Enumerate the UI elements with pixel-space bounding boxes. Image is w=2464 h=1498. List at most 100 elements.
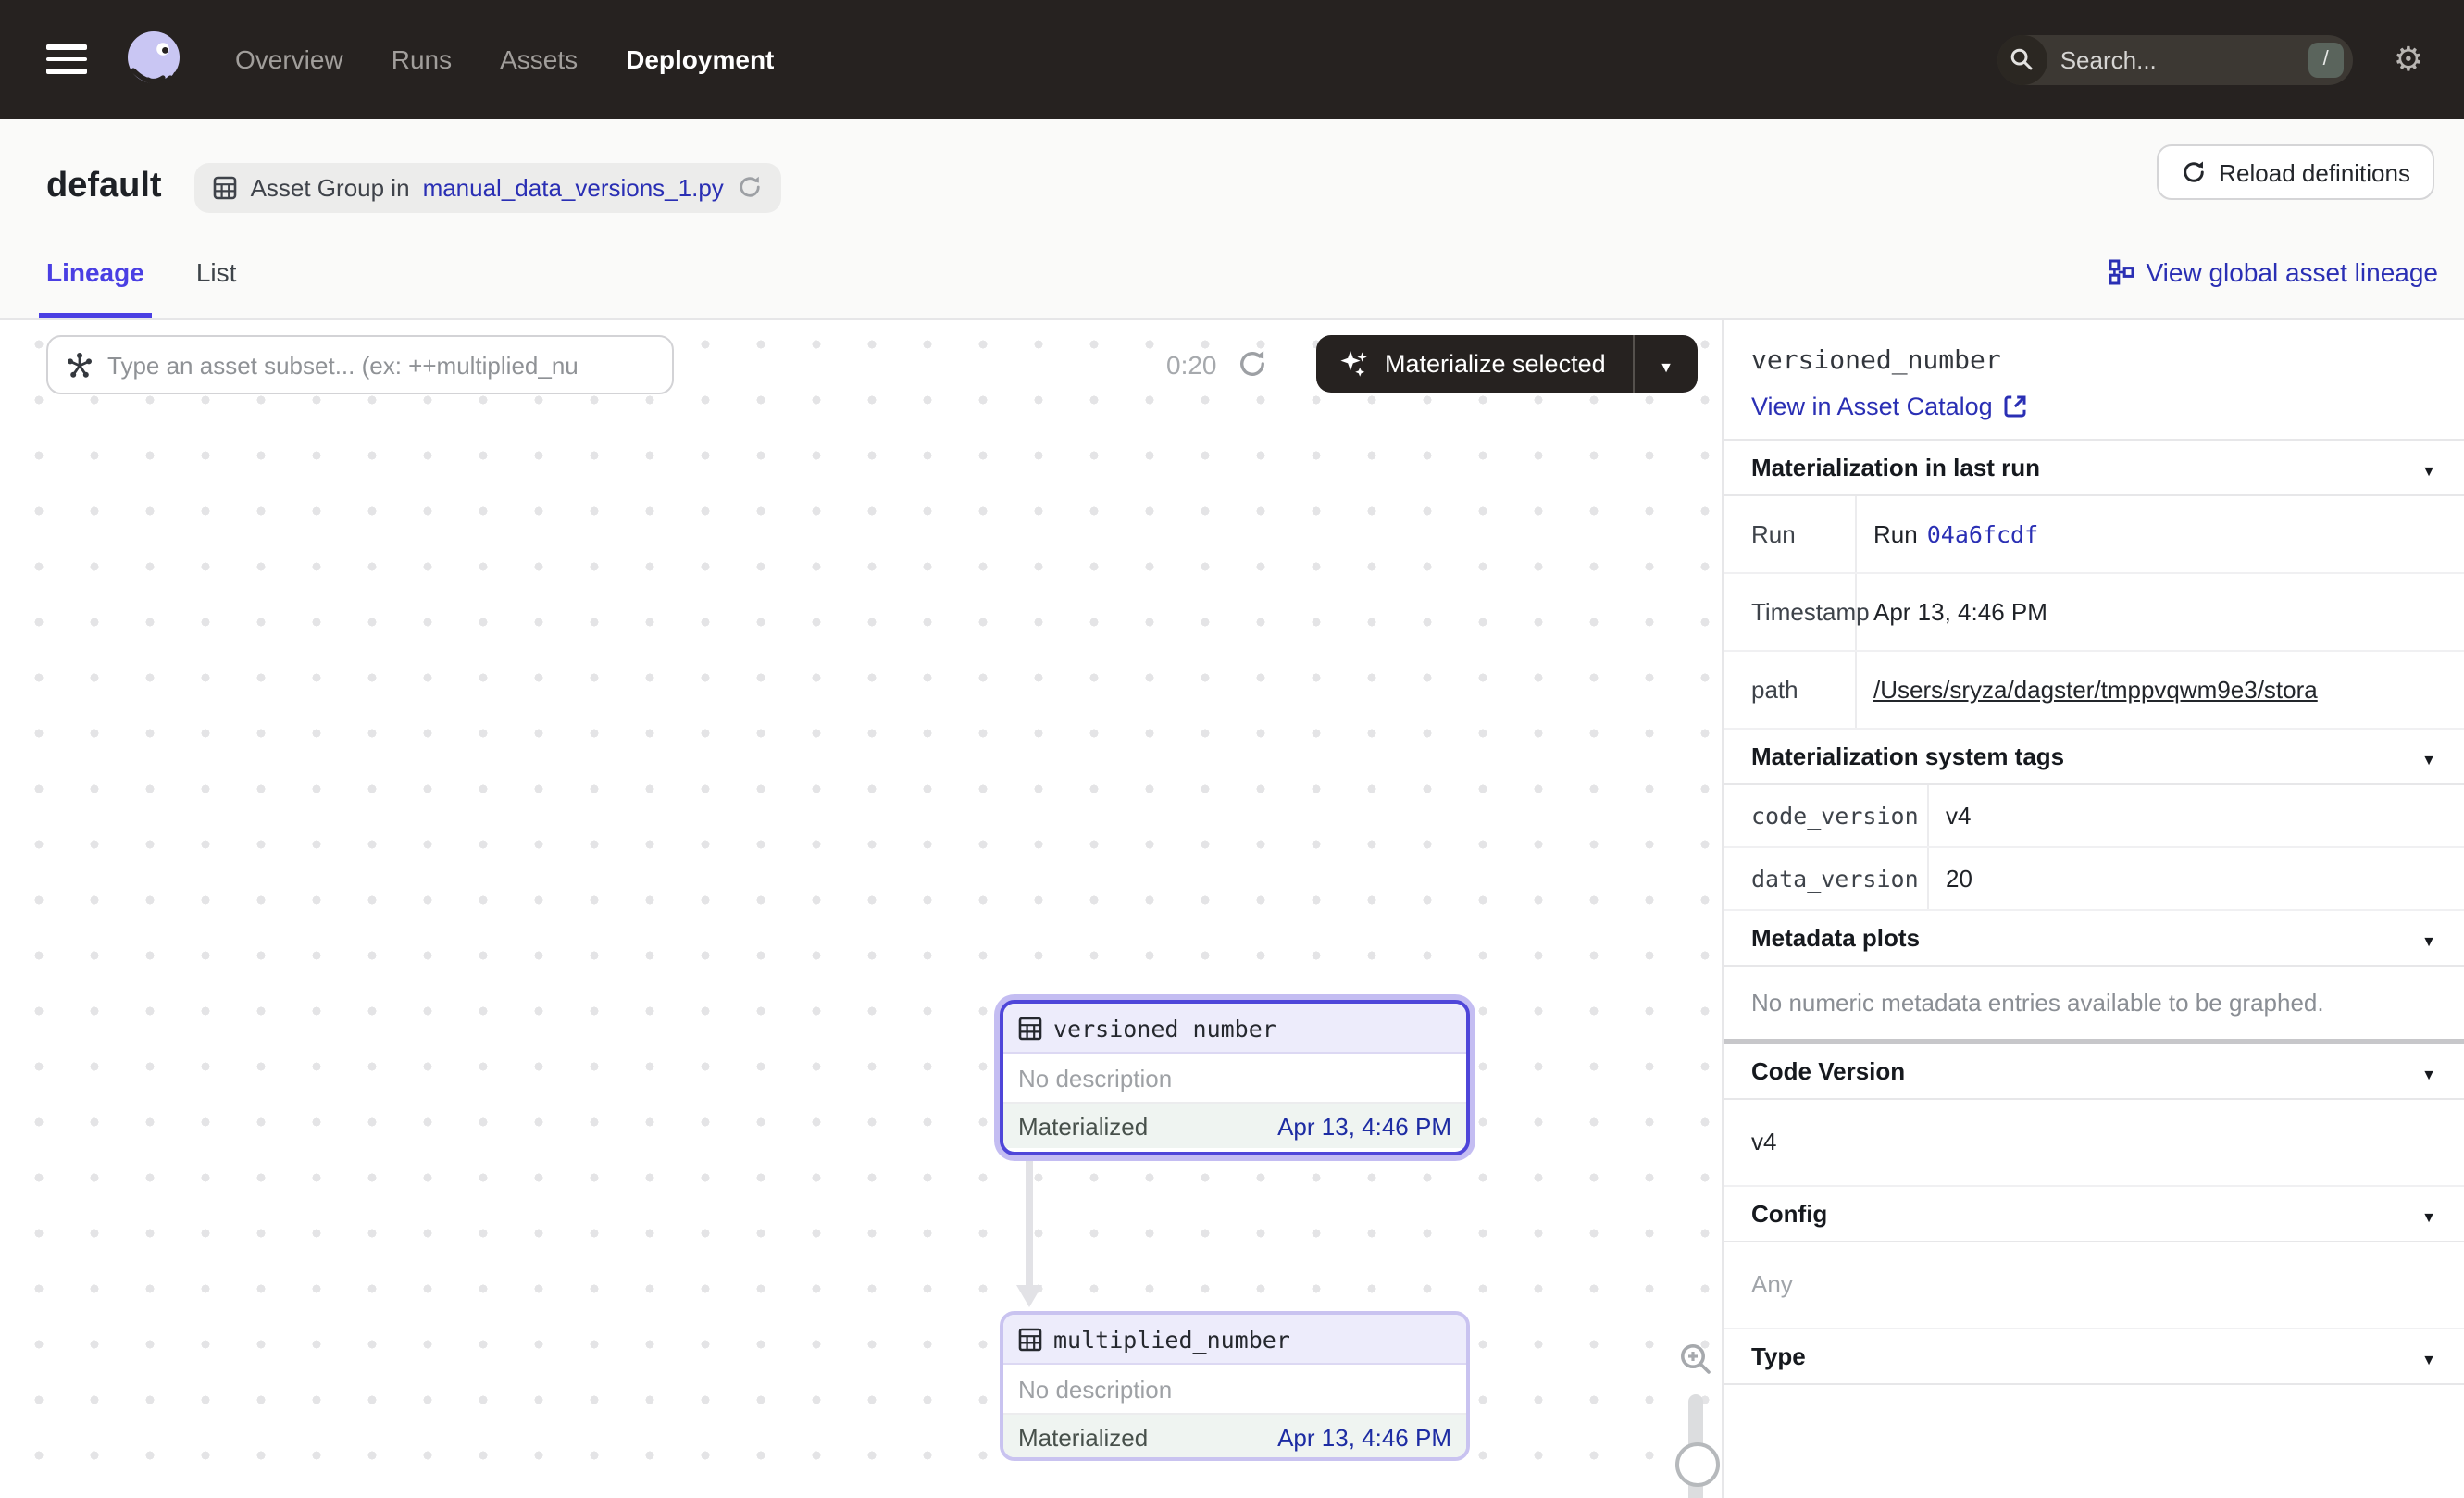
table-row: code_version v4 xyxy=(1724,785,2464,848)
asset-node-status: Materialized xyxy=(1018,1112,1148,1140)
panel-top: versioned_number View in Asset Catalog xyxy=(1724,320,2464,439)
search-icon xyxy=(1997,34,2047,84)
lineage-canvas[interactable]: Type an asset subset... (ex: ++multiplie… xyxy=(0,320,1724,1498)
section-heading: Materialization in last run xyxy=(1751,454,2040,481)
asset-node-name: versioned_number xyxy=(1053,1014,1276,1042)
section-heading: Type xyxy=(1751,1342,1806,1370)
nav-item-assets[interactable]: Assets xyxy=(500,44,578,74)
materialize-main[interactable]: Materialize selected xyxy=(1316,348,1633,380)
reload-icon xyxy=(2180,159,2206,185)
row-value: Apr 13, 4:46 PM xyxy=(1857,574,2464,650)
asset-node-name: multiplied_number xyxy=(1053,1325,1290,1353)
asset-group-file-link[interactable]: manual_data_versions_1.py xyxy=(423,173,724,201)
table-row: Timestamp Apr 13, 4:46 PM xyxy=(1724,574,2464,652)
tab-lineage[interactable]: Lineage xyxy=(46,226,144,318)
table-row: Run Run 04a6fcdf xyxy=(1724,496,2464,574)
zoom-controls xyxy=(1666,1335,1724,1498)
reload-definitions-button[interactable]: Reload definitions xyxy=(2156,144,2434,200)
section-heading: Config xyxy=(1751,1200,1827,1228)
lineage-edge xyxy=(1026,1157,1033,1287)
search-shortcut-badge: / xyxy=(2308,42,2344,77)
config-value: Any xyxy=(1724,1242,2464,1329)
row-value: Run 04a6fcdf xyxy=(1857,496,2464,572)
caret-down-icon xyxy=(2421,924,2436,952)
asset-node-status: Materialized xyxy=(1018,1423,1148,1451)
sparkle-icon xyxy=(1338,348,1370,380)
run-word: Run xyxy=(1873,520,1918,548)
caret-down-icon xyxy=(2421,1342,2436,1370)
section-header-metadata-plots[interactable]: Metadata plots xyxy=(1724,911,2464,967)
asset-group-pill: Asset Group in manual_data_versions_1.py xyxy=(195,162,781,212)
materialize-dropdown-button[interactable] xyxy=(1633,335,1698,393)
section-heading: Metadata plots xyxy=(1751,924,1920,952)
row-label: Timestamp xyxy=(1724,574,1857,650)
hamburger-menu-icon[interactable] xyxy=(46,44,87,74)
row-label: code_version xyxy=(1724,785,1929,846)
asset-node-versioned-number[interactable]: versioned_number No description Material… xyxy=(1000,1000,1470,1155)
section-header-type[interactable]: Type xyxy=(1724,1329,2464,1385)
view-in-asset-catalog-label: View in Asset Catalog xyxy=(1751,393,1993,420)
section-heading: Code Version xyxy=(1751,1057,1905,1085)
asset-subset-placeholder: Type an asset subset... (ex: ++multiplie… xyxy=(107,351,655,379)
refresh-icon[interactable] xyxy=(737,174,763,200)
table-grid-icon xyxy=(1018,1016,1042,1040)
nav-right: Search... / ⚙ xyxy=(1997,34,2423,84)
search-input[interactable]: Search... / xyxy=(1997,34,2353,84)
run-id-link[interactable]: 04a6fcdf xyxy=(1927,520,2038,548)
materialize-selected-button[interactable]: Materialize selected xyxy=(1316,335,1698,393)
row-label: path xyxy=(1724,652,1857,728)
row-value: /Users/sryza/dagster/tmppvqwm9e3/stora xyxy=(1857,652,2464,728)
materialize-label: Materialize selected xyxy=(1385,350,1606,378)
nav-item-deployment[interactable]: Deployment xyxy=(626,44,774,74)
code-version-value: v4 xyxy=(1724,1100,2464,1187)
path-link[interactable]: /Users/sryza/dagster/tmppvqwm9e3/stora xyxy=(1873,676,2318,704)
caret-down-icon xyxy=(1659,350,1674,378)
dagster-app: Overview Runs Assets Deployment Search..… xyxy=(0,0,2464,1498)
view-global-asset-lineage-label: View global asset lineage xyxy=(2147,257,2439,287)
view-in-asset-catalog-link[interactable]: View in Asset Catalog xyxy=(1751,393,2436,420)
refresh-timer: 0:20 xyxy=(1166,350,1217,380)
zoom-slider[interactable] xyxy=(1688,1394,1703,1498)
asset-subset-input[interactable]: Type an asset subset... (ex: ++multiplie… xyxy=(46,335,674,394)
view-global-asset-lineage-link[interactable]: View global asset lineage xyxy=(2109,257,2439,287)
asset-detail-panel: versioned_number View in Asset Catalog M… xyxy=(1722,320,2464,1498)
gear-icon[interactable]: ⚙ xyxy=(2394,43,2423,76)
section-header-config[interactable]: Config xyxy=(1724,1187,2464,1242)
page-header: default Asset Group in manual_data_versi… xyxy=(0,119,2464,226)
zoom-slider-handle[interactable] xyxy=(1675,1442,1720,1487)
tab-list[interactable]: List xyxy=(196,226,237,318)
asset-node-multiplied-number[interactable]: multiplied_number No description Materia… xyxy=(1000,1311,1470,1461)
external-link-icon xyxy=(2004,394,2028,418)
asset-node-header: multiplied_number xyxy=(1003,1315,1466,1365)
caret-down-icon xyxy=(2421,743,2436,770)
table-grid-icon xyxy=(1018,1327,1042,1351)
asset-graph-icon xyxy=(65,350,94,380)
tab-bar: Lineage List View global asset lineage xyxy=(0,226,2464,320)
metadata-plots-empty-text: No numeric metadata entries available to… xyxy=(1724,967,2464,1044)
asset-node-footer: Materialized Apr 13, 4:46 PM xyxy=(1003,1104,1466,1148)
reload-definitions-label: Reload definitions xyxy=(2219,158,2410,186)
section-heading: Materialization system tags xyxy=(1751,743,2064,770)
section-header-system-tags[interactable]: Materialization system tags xyxy=(1724,730,2464,785)
table-row: path /Users/sryza/dagster/tmppvqwm9e3/st… xyxy=(1724,652,2464,730)
asset-node-date: Apr 13, 4:46 PM xyxy=(1277,1112,1451,1140)
table-row: data_version 20 xyxy=(1724,848,2464,911)
zoom-in-icon[interactable] xyxy=(1677,1335,1714,1383)
asset-node-header: versioned_number xyxy=(1003,1004,1466,1054)
panel-asset-title: versioned_number xyxy=(1751,346,2436,376)
search-placeholder: Search... xyxy=(2060,45,2157,73)
asset-node-footer: Materialized Apr 13, 4:46 PM xyxy=(1003,1415,1466,1459)
table-grid-icon xyxy=(214,175,238,199)
section-header-materialization-last-run[interactable]: Materialization in last run xyxy=(1724,439,2464,496)
dagster-logo-icon[interactable] xyxy=(120,26,187,93)
lineage-edge-arrowhead xyxy=(1016,1285,1042,1307)
caret-down-icon xyxy=(2421,1200,2436,1228)
page-title: default xyxy=(46,167,162,207)
row-label: data_version xyxy=(1724,848,1929,909)
refresh-lineage-icon[interactable] xyxy=(1237,348,1268,380)
row-value: 20 xyxy=(1929,848,2464,909)
nav-item-overview[interactable]: Overview xyxy=(235,44,343,74)
nav-item-runs[interactable]: Runs xyxy=(392,44,452,74)
section-header-code-version[interactable]: Code Version xyxy=(1724,1044,2464,1100)
row-label: Run xyxy=(1724,496,1857,572)
